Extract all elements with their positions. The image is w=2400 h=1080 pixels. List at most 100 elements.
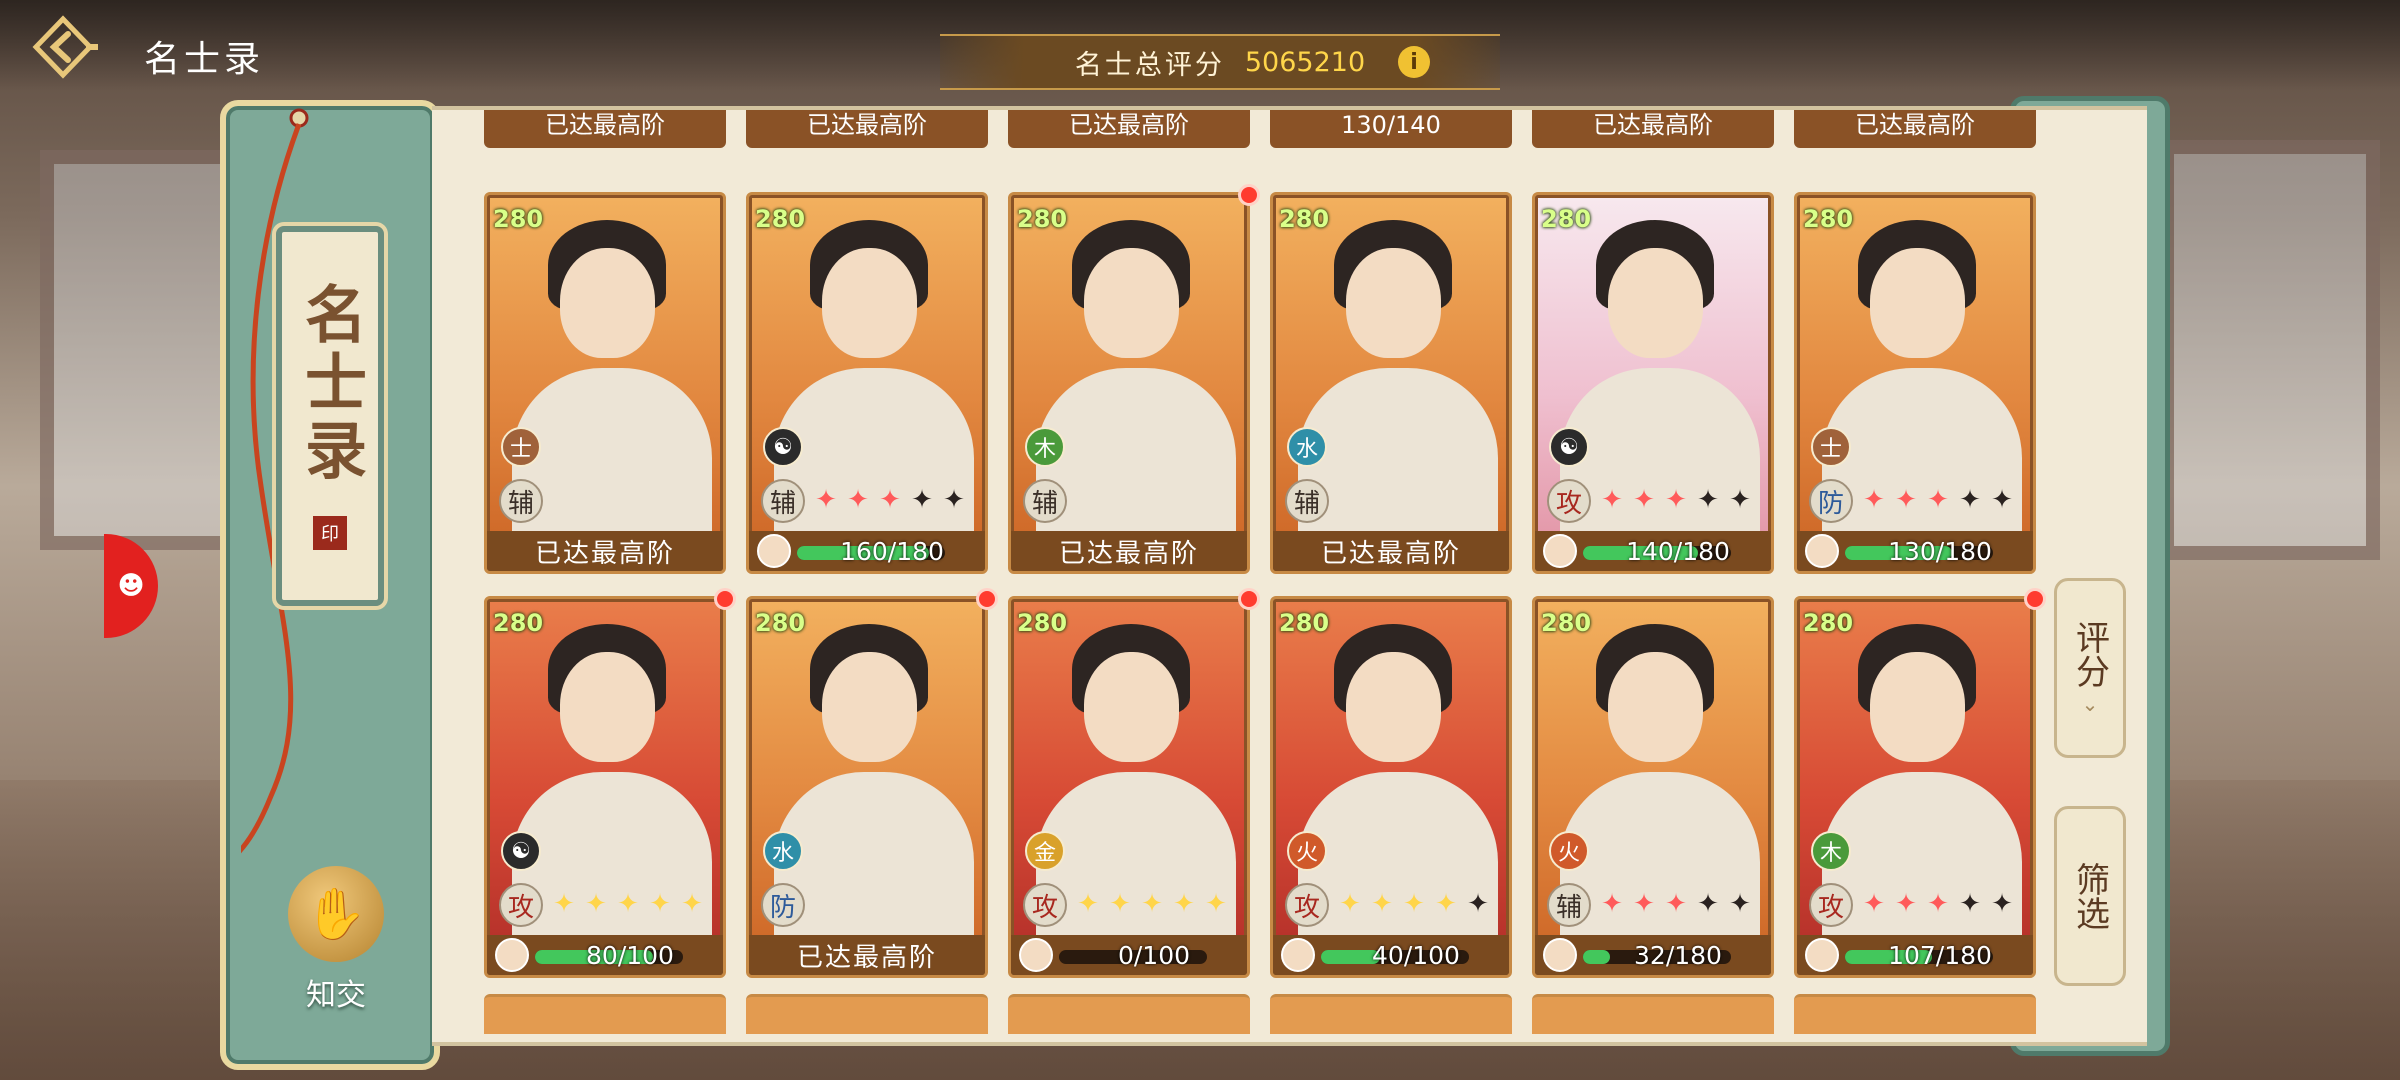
star-icon: ✦	[1959, 889, 1981, 919]
role-icon: 辅	[1285, 479, 1329, 523]
filter-button[interactable]: 筛选	[2054, 806, 2126, 986]
hero-card[interactable]: 280 木辅已达最高阶	[1008, 192, 1250, 574]
card-footer: 130/180	[1797, 531, 2033, 571]
hero-card[interactable]: 280 水防已达最高阶	[746, 596, 988, 978]
faction-icon: 水	[1287, 427, 1327, 467]
shard-avatar-icon	[1281, 938, 1315, 972]
star-rating: ✦ ✦ ✦ ✦ ✦	[1335, 889, 1493, 919]
partial-card-footer[interactable]: 130/140	[1270, 110, 1512, 148]
star-rating: ✦ ✦ ✦ ✦ ✦	[549, 889, 707, 919]
star-icon: ✦	[1467, 889, 1489, 919]
portrait-face	[822, 248, 917, 358]
hero-card[interactable]: 280 ☯ 攻 ✦ ✦ ✦ ✦ ✦ 80/100	[484, 596, 726, 978]
shard-avatar-icon	[757, 534, 791, 568]
notification-dot	[1238, 184, 1260, 206]
shard-progress: 0/100	[1011, 938, 1247, 972]
star-icon: ✦	[1863, 485, 1885, 515]
partial-card-top[interactable]	[1270, 994, 1512, 1034]
hero-card[interactable]: 280 士辅已达最高阶	[484, 192, 726, 574]
hero-level: 280	[1279, 609, 1330, 637]
star-icon: ✦	[1435, 889, 1457, 919]
partial-card-footer[interactable]: 已达最高阶	[1794, 110, 2036, 148]
back-button[interactable]	[28, 14, 138, 80]
partial-card-footer[interactable]: 已达最高阶	[484, 110, 726, 148]
card-footer: 107/180	[1797, 935, 2033, 975]
portrait-face	[1870, 652, 1965, 762]
mascot-icon: ☻	[117, 571, 145, 601]
partial-card-footer[interactable]: 已达最高阶	[746, 110, 988, 148]
progress-text: 0/100	[1117, 940, 1191, 970]
star-icon: ✦	[1601, 889, 1623, 919]
shard-progress: 32/180	[1535, 938, 1771, 972]
star-icon: ✦	[1729, 485, 1751, 515]
card-footer: 已达最高阶	[487, 531, 723, 571]
star-icon: ✦	[879, 485, 901, 515]
partial-card-footer[interactable]: 已达最高阶	[1532, 110, 1774, 148]
card-footer: 0/100	[1011, 935, 1247, 975]
faction-icon: 金	[1025, 831, 1065, 871]
progress-text: 130/180	[1888, 536, 1992, 566]
hero-level: 280	[1803, 609, 1854, 637]
star-icon: ✦	[1339, 889, 1361, 919]
star-icon: ✦	[1959, 485, 1981, 515]
faction-icon: 士	[501, 427, 541, 467]
hero-level: 280	[755, 609, 806, 637]
card-footer: 140/180	[1535, 531, 1771, 571]
zhijiao-button[interactable]: ✋ 知交	[281, 866, 391, 1014]
card-list-paper[interactable]: 已达最高阶 已达最高阶 已达最高阶 130/140 已达最高阶 已达最高阶 280 士辅已达最…	[432, 106, 2147, 1046]
progress-text: 140/180	[1626, 536, 1730, 566]
hero-level: 280	[1017, 205, 1068, 233]
role-icon: 攻	[1547, 479, 1591, 523]
partial-card-top[interactable]	[746, 994, 988, 1034]
hero-card[interactable]: 280 ☯ 攻 ✦ ✦ ✦ ✦ ✦ 140/180	[1532, 192, 1774, 574]
total-score-bar: 名士总评分 5065210 i	[940, 34, 1500, 90]
portrait-face	[1870, 248, 1965, 358]
shard-avatar-icon	[1805, 938, 1839, 972]
partial-card-top[interactable]	[1008, 994, 1250, 1034]
shard-avatar-icon	[1019, 938, 1053, 972]
notification-dot	[1238, 588, 1260, 610]
star-icon: ✦	[1729, 889, 1751, 919]
shard-progress: 140/180	[1535, 534, 1771, 568]
partial-card-top[interactable]	[1532, 994, 1774, 1034]
portrait-face	[560, 248, 655, 358]
faction-icon: ☯	[763, 427, 803, 467]
partial-card-top[interactable]	[484, 994, 726, 1034]
role-icon: 攻	[1809, 883, 1853, 927]
partial-card-top[interactable]	[1794, 994, 2036, 1034]
star-icon: ✦	[847, 485, 869, 515]
hero-card[interactable]: 280 火辅 ✦ ✦ ✦ ✦ ✦ 32/180	[1532, 596, 1774, 978]
info-icon[interactable]: i	[1398, 46, 1430, 78]
card-footer: 已达最高阶	[1273, 531, 1509, 571]
hero-card[interactable]: 280 火攻 ✦ ✦ ✦ ✦ ✦ 40/100	[1270, 596, 1512, 978]
faction-icon: 木	[1025, 427, 1065, 467]
star-icon: ✦	[943, 485, 965, 515]
hero-card[interactable]: 280 士防 ✦ ✦ ✦ ✦ ✦ 130/180	[1794, 192, 2036, 574]
hero-level: 280	[493, 609, 544, 637]
portrait-face	[1084, 652, 1179, 762]
star-rating: ✦ ✦ ✦ ✦ ✦	[811, 485, 969, 515]
star-icon: ✦	[911, 485, 933, 515]
hero-card[interactable]: 280 木攻 ✦ ✦ ✦ ✦ ✦ 107/180	[1794, 596, 2036, 978]
top-bar: 名士录 名士总评分 5065210 i	[0, 0, 2400, 90]
max-rank-label: 已达最高阶	[1320, 538, 1461, 569]
role-icon: 辅	[761, 479, 805, 523]
notification-dot	[976, 588, 998, 610]
star-icon: ✦	[1077, 889, 1099, 919]
progress-text: 32/180	[1634, 940, 1722, 970]
hero-card[interactable]: 280 ☯ 辅 ✦ ✦ ✦ ✦ ✦ 160/180	[746, 192, 988, 574]
star-icon: ✦	[1665, 889, 1687, 919]
shard-progress: 160/180	[749, 534, 985, 568]
hero-card[interactable]: 280 金攻 ✦ ✦ ✦ ✦ ✦ 0/100	[1008, 596, 1250, 978]
scroll-title-text: 名士录	[294, 282, 367, 486]
star-icon: ✦	[1991, 485, 2013, 515]
star-icon: ✦	[815, 485, 837, 515]
progress-text: 107/180	[1888, 940, 1992, 970]
partial-card-footer[interactable]: 已达最高阶	[1008, 110, 1250, 148]
star-rating: ✦ ✦ ✦ ✦ ✦	[1859, 889, 2017, 919]
shard-avatar-icon	[1543, 534, 1577, 568]
sort-by-score-button[interactable]: 评分 ⌄	[2054, 578, 2126, 758]
shard-avatar-icon	[1543, 938, 1577, 972]
star-icon: ✦	[1141, 889, 1163, 919]
hero-card[interactable]: 280 水辅已达最高阶	[1270, 192, 1512, 574]
